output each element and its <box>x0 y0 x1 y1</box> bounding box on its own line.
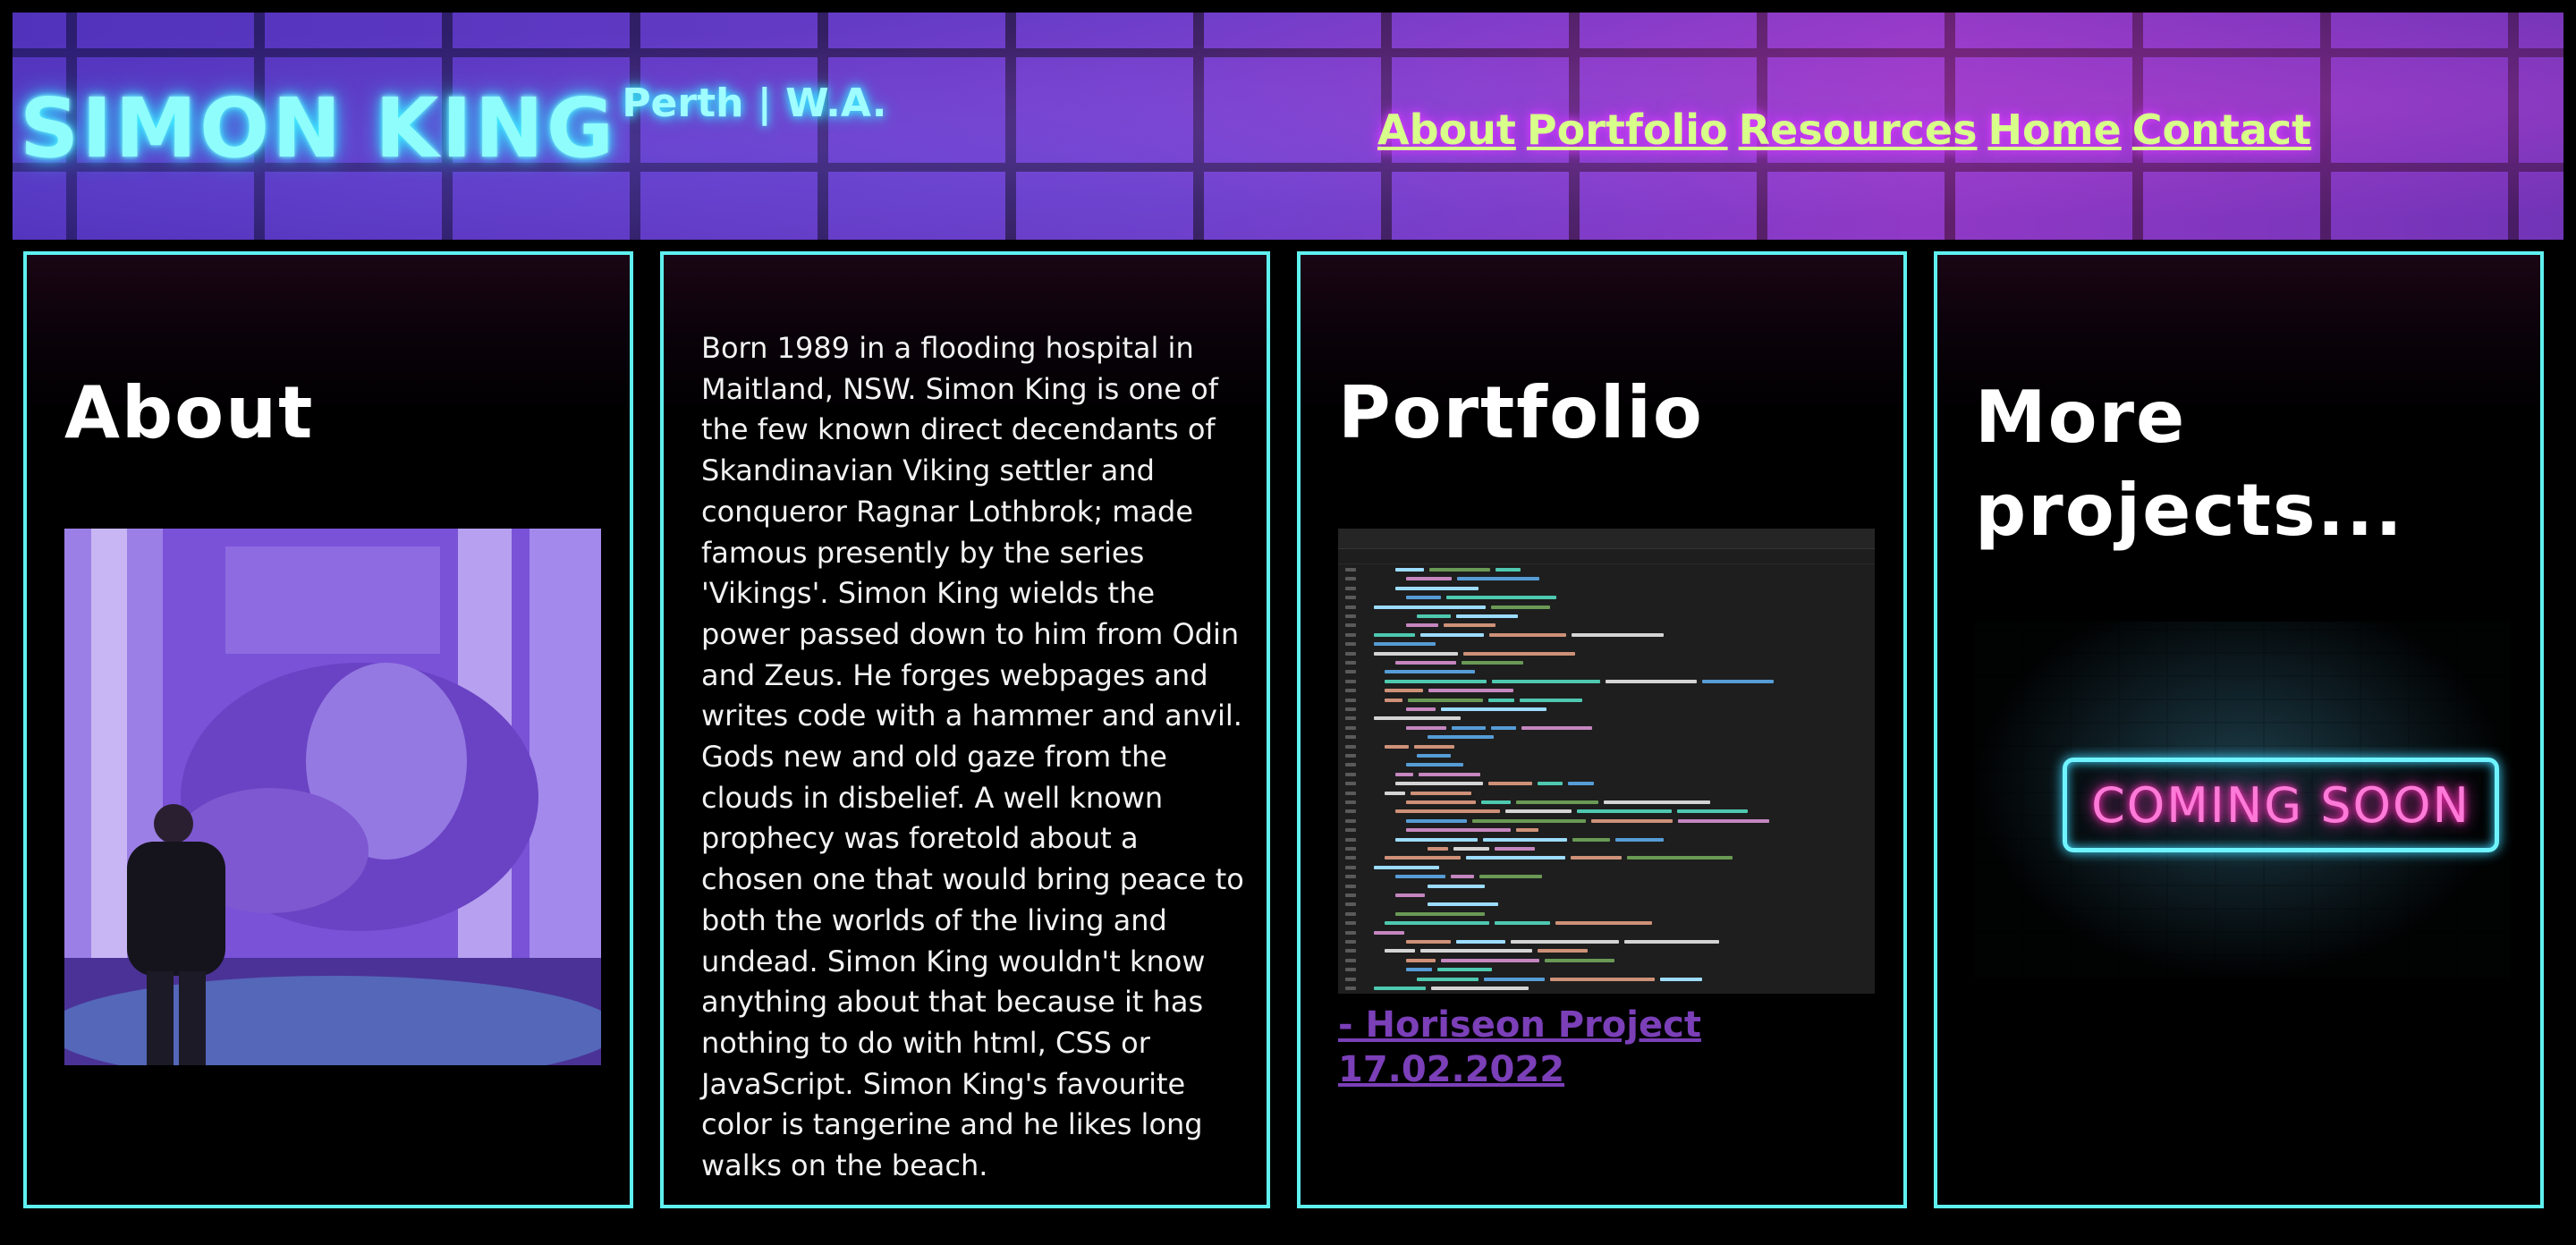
about-photo <box>64 529 601 1065</box>
portfolio-heading: Portfolio <box>1338 371 1704 454</box>
about-card: About <box>23 251 633 1208</box>
coming-soon-image: COMING SOON <box>1973 622 2510 979</box>
nav-link-contact[interactable]: Contact <box>2132 106 2311 154</box>
brand: SIMON KING Perth | W.A. <box>20 80 886 176</box>
nav-link-home[interactable]: Home <box>1988 106 2122 154</box>
coming-soon-text: COMING SOON <box>2091 776 2470 834</box>
nav-link-about[interactable]: About <box>1377 106 1516 154</box>
portfolio-screenshot[interactable] <box>1338 529 1875 994</box>
main-nav: About Portfolio Resources Home Contact <box>1377 106 2311 154</box>
nav-link-portfolio[interactable]: Portfolio <box>1527 106 1728 154</box>
site-title: SIMON KING <box>20 80 617 176</box>
horiseon-project-link[interactable]: - Horiseon Project 17.02.2022 <box>1338 1003 1714 1092</box>
bio-text: Born 1989 in a flooding hospital in Mait… <box>701 331 1244 1183</box>
about-heading: About <box>64 371 315 454</box>
more-projects-heading: More projects... <box>1975 376 2404 552</box>
more-projects-card: More projects... COMING SOON <box>1934 251 2544 1208</box>
portfolio-card: Portfolio - Horiseon Project 17.02.2022 <box>1297 251 1907 1208</box>
site-header: SIMON KING Perth | W.A. About Portfolio … <box>13 13 2563 240</box>
nav-link-resources[interactable]: Resources <box>1739 106 1978 154</box>
site-location: Perth | W.A. <box>622 80 887 126</box>
coming-soon-sign: COMING SOON <box>2063 758 2499 852</box>
bio-card: Born 1989 in a flooding hospital in Mait… <box>660 251 1270 1208</box>
